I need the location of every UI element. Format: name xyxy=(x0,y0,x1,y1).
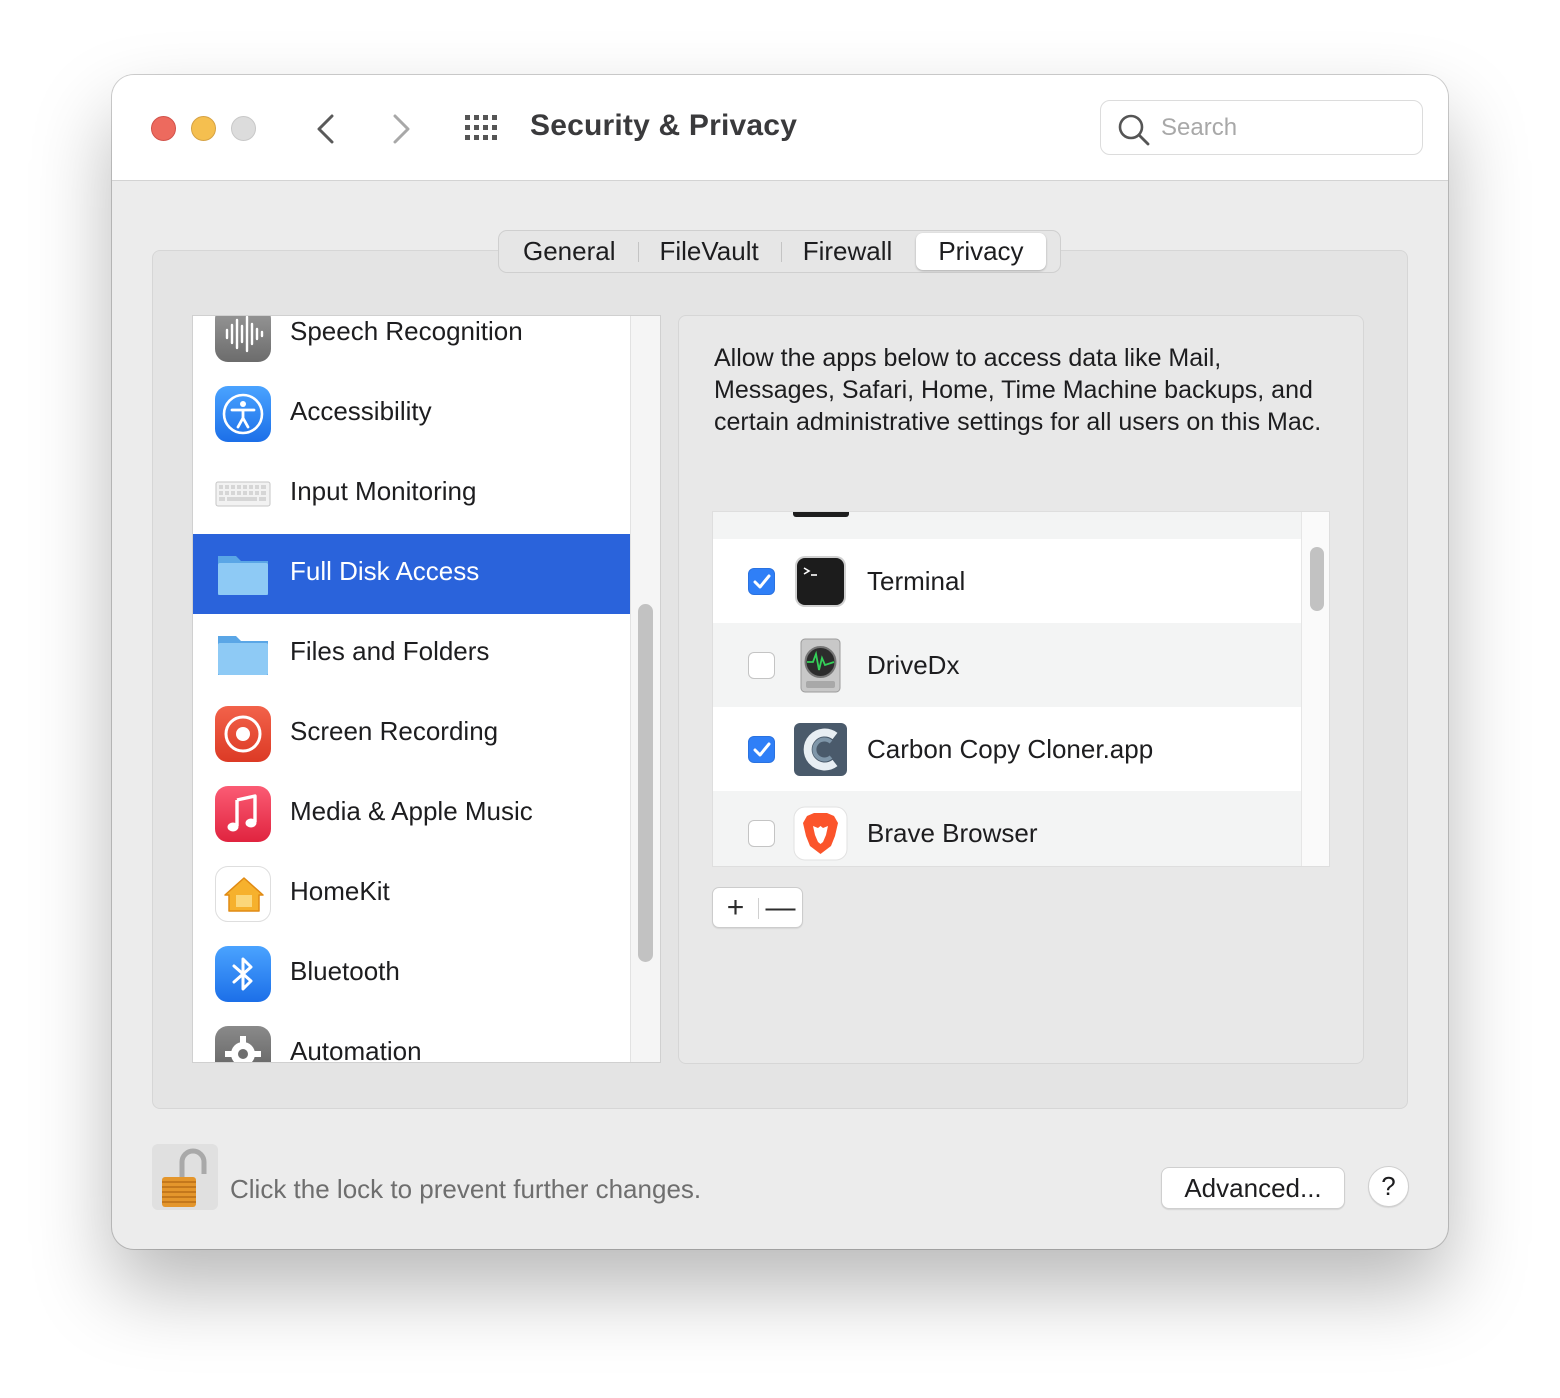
privacy-category-list[interactable]: Speech Recognition Accessibility Input M… xyxy=(192,315,661,1063)
sidebar-item-label: HomeKit xyxy=(290,876,390,906)
keyboard-icon xyxy=(215,466,271,522)
zoom-button[interactable] xyxy=(231,116,256,141)
app-name: Carbon Copy Cloner.app xyxy=(867,734,1154,764)
sidebar-item-label: Automation xyxy=(290,1036,422,1063)
sidebar-item-accessibility[interactable]: Accessibility xyxy=(193,374,630,454)
remove-app-button[interactable]: — xyxy=(758,888,803,929)
sidebar-item-label: Media & Apple Music xyxy=(290,796,533,826)
tab-firewall[interactable]: Firewall xyxy=(781,233,915,270)
detail-pane: Allow the apps below to access data like… xyxy=(678,315,1364,1064)
tab-bar: General FileVault Firewall Privacy xyxy=(498,230,1061,273)
record-icon xyxy=(215,706,271,762)
checkbox-brave-browser[interactable] xyxy=(748,820,775,847)
waveform-icon xyxy=(215,316,271,362)
help-button[interactable]: ? xyxy=(1368,1166,1409,1207)
sidebar-item-homekit[interactable]: HomeKit xyxy=(193,854,630,934)
description-text: Allow the apps below to access data like… xyxy=(714,344,1322,436)
tab-general[interactable]: General xyxy=(501,233,638,270)
minimize-button[interactable] xyxy=(191,116,216,141)
checkbox-drivedx[interactable] xyxy=(748,652,775,679)
gear-icon xyxy=(215,1026,271,1062)
terminal-icon xyxy=(793,554,848,609)
sidebar-item-label: Accessibility xyxy=(290,396,432,426)
checkmark-icon xyxy=(753,574,771,589)
grid-icon xyxy=(465,115,497,140)
chevron-left-icon xyxy=(317,114,334,144)
folder-icon xyxy=(215,546,271,602)
drive-icon xyxy=(793,638,848,693)
add-app-button[interactable]: + xyxy=(713,888,758,929)
sidebar-item-input-monitoring[interactable]: Input Monitoring xyxy=(193,454,630,534)
home-icon xyxy=(215,866,271,922)
checkbox-terminal[interactable] xyxy=(748,568,775,595)
search-input[interactable] xyxy=(1161,109,1411,147)
app-icon-partial xyxy=(793,512,849,517)
search-field[interactable] xyxy=(1100,100,1423,155)
sidebar-item-screen-recording[interactable]: Screen Recording xyxy=(193,694,630,774)
app-list-scrollbar[interactable] xyxy=(1301,512,1329,866)
brave-lion-icon xyxy=(793,806,848,861)
list-item xyxy=(713,512,1301,539)
lock-status-text: Click the lock to prevent further change… xyxy=(230,1174,702,1204)
app-row-carbon-copy-cloner[interactable]: Carbon Copy Cloner.app xyxy=(713,707,1301,791)
show-all-button[interactable] xyxy=(463,113,503,143)
window-title: Security & Privacy xyxy=(530,109,798,142)
sidebar-item-media-apple-music[interactable]: Media & Apple Music xyxy=(193,774,630,854)
title-bar: Security & Privacy xyxy=(112,75,1448,181)
chevron-right-icon xyxy=(393,114,410,144)
app-row-brave-browser[interactable]: Brave Browser xyxy=(713,791,1301,866)
checkmark-icon xyxy=(753,742,771,757)
sidebar-item-label: Full Disk Access xyxy=(290,556,480,586)
app-list-scroll-thumb[interactable] xyxy=(1310,547,1324,611)
accessibility-icon xyxy=(215,386,271,442)
sidebar-item-label: Bluetooth xyxy=(290,956,400,986)
lock-button[interactable] xyxy=(152,1144,218,1210)
advanced-button[interactable]: Advanced... xyxy=(1161,1167,1345,1209)
ccc-icon xyxy=(793,722,848,777)
unlocked-padlock-icon xyxy=(162,1148,207,1207)
sidebar-item-label: Files and Folders xyxy=(290,636,490,666)
tab-privacy[interactable]: Privacy xyxy=(916,233,1046,270)
tab-filevault[interactable]: FileVault xyxy=(638,233,782,270)
sidebar-scrollbar[interactable] xyxy=(630,316,660,1062)
bluetooth-icon xyxy=(215,946,271,1002)
sidebar-item-label: Input Monitoring xyxy=(290,476,477,506)
app-row-drivedx[interactable]: DriveDx xyxy=(713,623,1301,707)
app-name: Brave Browser xyxy=(867,818,1038,848)
app-list[interactable]: Terminal DriveDx Carbon Copy Cloner.app … xyxy=(712,511,1330,867)
forward-button[interactable] xyxy=(381,109,421,149)
sidebar-item-automation[interactable]: Automation xyxy=(193,1014,630,1063)
sidebar-item-bluetooth[interactable]: Bluetooth xyxy=(193,934,630,1014)
app-row-terminal[interactable]: Terminal xyxy=(713,539,1301,623)
folder-icon xyxy=(215,626,271,682)
add-remove-control: + — xyxy=(712,887,803,928)
sidebar-item-speech-recognition[interactable]: Speech Recognition xyxy=(193,316,630,374)
app-name: DriveDx xyxy=(867,650,960,680)
app-name: Terminal xyxy=(867,566,966,596)
back-button[interactable] xyxy=(307,109,347,149)
sidebar-item-label: Screen Recording xyxy=(290,716,499,746)
sidebar-item-label: Speech Recognition xyxy=(290,316,523,346)
preferences-window: Security & Privacy General FileVault Fir… xyxy=(112,75,1448,1249)
close-button[interactable] xyxy=(151,116,176,141)
music-note-icon xyxy=(215,786,271,842)
search-icon xyxy=(1118,114,1150,146)
sidebar-item-full-disk-access[interactable]: Full Disk Access xyxy=(193,534,630,614)
checkbox-carbon-copy-cloner[interactable] xyxy=(748,736,775,763)
sidebar-item-files-and-folders[interactable]: Files and Folders xyxy=(193,614,630,694)
sidebar-scroll-thumb[interactable] xyxy=(638,604,653,962)
